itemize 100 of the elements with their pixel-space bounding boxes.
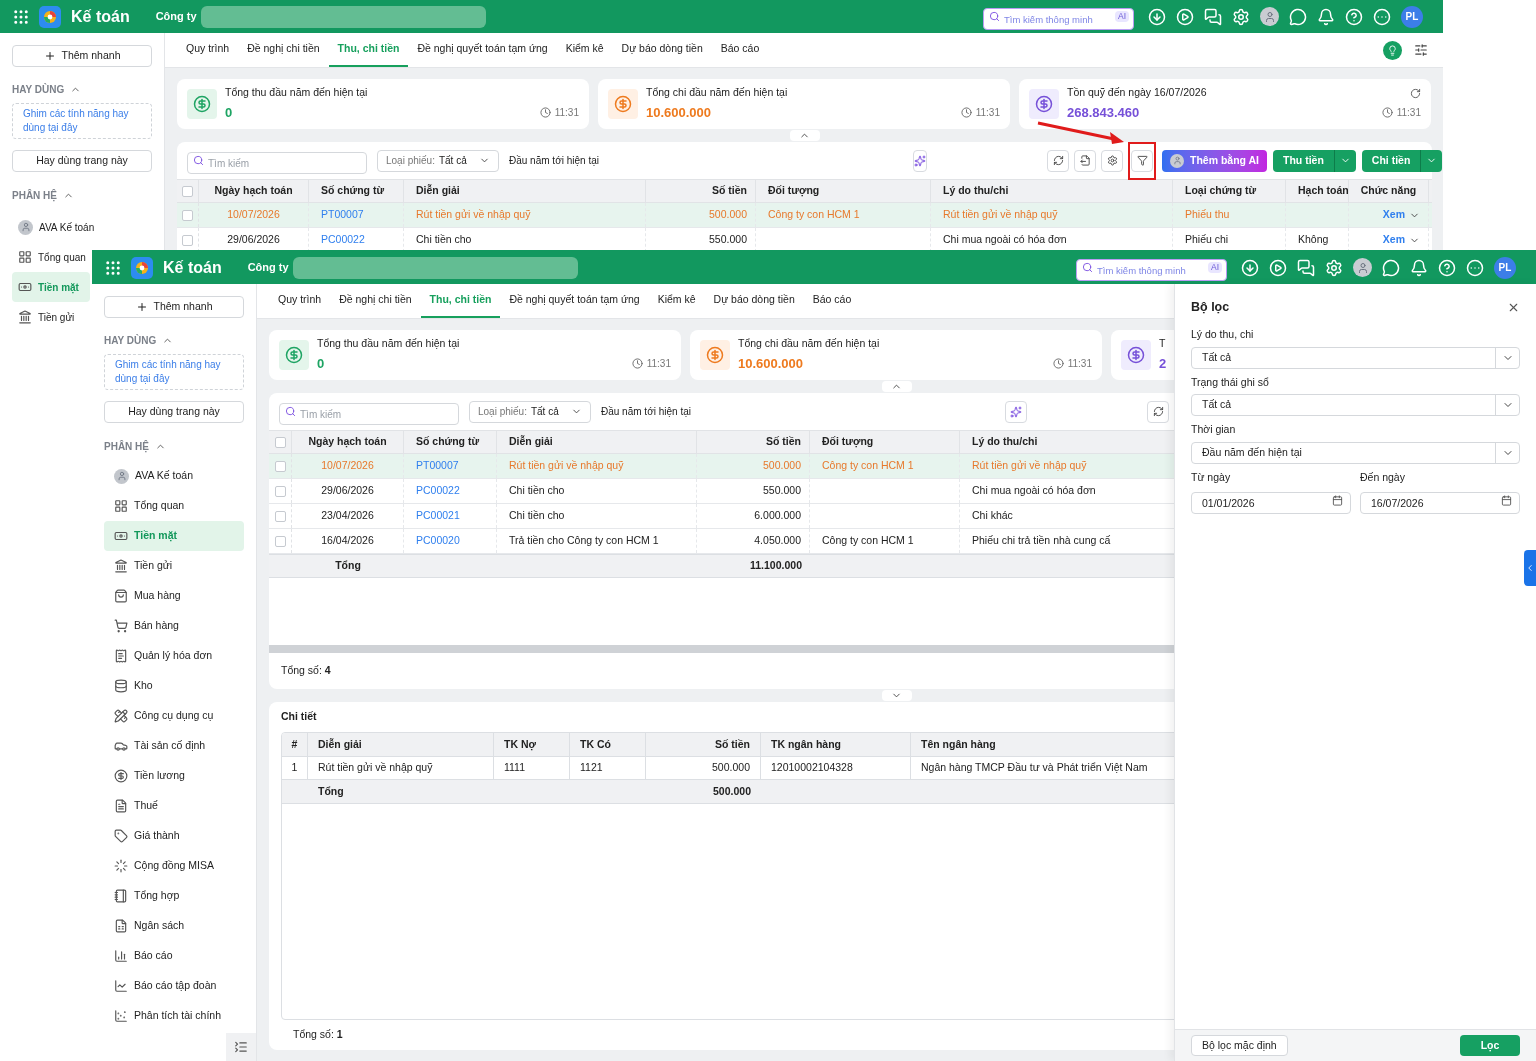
dropdown-button[interactable] <box>1420 149 1443 172</box>
checkbox[interactable] <box>182 234 193 246</box>
quick-add-button[interactable]: Thêm nhanh <box>104 296 244 318</box>
tool-button[interactable] <box>1047 149 1069 172</box>
voucher-link[interactable]: PT00007 <box>416 458 459 474</box>
message-icon[interactable] <box>1382 258 1400 277</box>
refresh-icon[interactable] <box>1410 87 1421 99</box>
module-item[interactable]: Công cụ dụng cụ <box>104 701 244 731</box>
quick-add-button[interactable]: Thêm nhanh <box>12 45 152 67</box>
voucher-link[interactable]: PC00020 <box>416 533 460 549</box>
calendar-icon[interactable] <box>1501 494 1512 506</box>
search-field[interactable]: Tìm kiếm <box>279 403 459 425</box>
module-item[interactable]: Báo cáo <box>104 941 244 971</box>
user-avatar[interactable] <box>1353 258 1372 277</box>
pin-page-button[interactable]: Hay dùng trang này <box>12 150 152 172</box>
checkbox[interactable] <box>274 436 286 448</box>
tool-button[interactable] <box>1131 149 1153 172</box>
tab[interactable]: Đề nghị quyết toán tạm ứng <box>500 284 649 318</box>
tab[interactable]: Dự báo dòng tiền <box>704 284 804 318</box>
user-initials-avatar[interactable]: PL <box>1494 256 1516 279</box>
checkbox[interactable] <box>274 485 286 497</box>
tab[interactable]: Đề nghị chi tiền <box>238 33 329 67</box>
tool-button[interactable] <box>1074 149 1096 172</box>
bell-icon[interactable] <box>1410 258 1428 277</box>
view-link[interactable]: Xem <box>1382 232 1405 248</box>
chat-icon[interactable] <box>1297 258 1315 277</box>
module-item[interactable]: Báo cáo tập đoàn <box>104 971 244 1001</box>
date-field[interactable]: 01/01/2026 <box>1191 491 1351 514</box>
tab[interactable]: Đề nghị chi tiền <box>330 284 421 318</box>
select-field[interactable]: Đầu năm đến hiện tại <box>1191 442 1520 464</box>
play-icon[interactable] <box>1269 258 1287 277</box>
checkbox[interactable] <box>182 209 193 221</box>
message-icon[interactable] <box>1289 7 1307 26</box>
horizontal-scrollbar[interactable] <box>269 645 1174 653</box>
apps-menu-icon[interactable] <box>104 258 122 277</box>
user-initials-avatar[interactable]: PL <box>1401 5 1423 28</box>
voucher-type-select[interactable]: Loại phiếu: Tất cả <box>377 149 499 172</box>
module-item[interactable]: Bán hàng <box>104 611 244 641</box>
table-row[interactable]: 23/04/2026 PC00021 Chi tiền cho 6.000.000 Chi khác <box>269 504 1174 529</box>
module-item[interactable]: Kho <box>104 671 244 701</box>
module-item[interactable]: Tiền gửi <box>12 311 81 323</box>
module-item[interactable]: Tổng quan <box>12 251 92 263</box>
sliders-icon[interactable] <box>1414 43 1428 57</box>
select-field[interactable]: Tất cả <box>1191 394 1520 417</box>
collapse-summary-button[interactable] <box>789 130 820 141</box>
module-item[interactable]: Tiền gửi <box>104 551 244 581</box>
tool-button[interactable] <box>1101 149 1123 172</box>
voucher-link[interactable]: PT00007 <box>321 207 364 223</box>
search-field[interactable]: Tìm kiếm <box>187 152 367 174</box>
table-row[interactable]: 16/04/2026 PC00020 Trả tiền cho Công ty con HCM 1 4.050.000 Công ty con HCM 1 Phiếu chi trả tiền nhà cung cấ <box>269 529 1174 554</box>
module-item[interactable]: Quản lý hóa đơn <box>104 641 244 671</box>
add-with-ai-button[interactable]: Thêm bằng AI <box>1162 149 1268 172</box>
checkbox[interactable] <box>182 185 193 197</box>
chat-icon[interactable] <box>1204 7 1222 26</box>
checkbox[interactable] <box>274 460 286 472</box>
bell-icon[interactable] <box>1317 7 1335 26</box>
apps-menu-icon[interactable] <box>12 7 30 26</box>
voucher-link[interactable]: PC00021 <box>416 508 460 524</box>
module-item[interactable]: AVA Kế toán <box>12 221 101 233</box>
date-field[interactable]: 16/07/2026 <box>1360 491 1520 514</box>
play-icon[interactable] <box>1176 7 1194 26</box>
table-row[interactable]: 29/06/2026 PC00022 Chi tiền cho 550.000 Chi mua ngoài có hóa đơn <box>269 479 1174 504</box>
more-icon[interactable] <box>1373 7 1391 26</box>
download-icon[interactable] <box>1148 7 1166 26</box>
tab[interactable]: Kiểm kê <box>556 33 613 67</box>
checkbox[interactable] <box>274 535 286 547</box>
collapse-sidebar-button[interactable] <box>226 1033 256 1061</box>
tab[interactable]: Đề nghị quyết toán tạm ứng <box>408 33 557 67</box>
more-icon[interactable] <box>1466 258 1484 277</box>
tab[interactable]: Báo cáo <box>803 284 861 318</box>
help-icon[interactable] <box>1345 7 1363 26</box>
dropdown-button[interactable] <box>1333 149 1356 172</box>
tab[interactable]: Báo cáo <box>711 33 769 67</box>
ai-sparkle-button[interactable] <box>913 149 927 172</box>
module-item[interactable]: Thuế <box>104 791 244 821</box>
module-item[interactable]: Ngân sách <box>104 911 244 941</box>
download-icon[interactable] <box>1241 258 1259 277</box>
table-row[interactable]: 10/07/2026 PT00007 Rút tiền gửi về nhập quỹ 500.000 Công ty con HCM 1 Rút tiền gửi về nhập quỹ Phiếu thu Xem <box>177 203 1432 228</box>
voucher-link[interactable]: PC00022 <box>321 232 365 248</box>
user-avatar[interactable] <box>1260 7 1279 26</box>
select-field[interactable]: Tất cả <box>1191 346 1520 369</box>
voucher-link[interactable]: PC00022 <box>416 483 460 499</box>
tool-button[interactable] <box>1147 400 1169 423</box>
voucher-type-select[interactable]: Loại phiếu: Tất cả <box>469 400 591 423</box>
tab[interactable]: Quy trình <box>269 284 331 318</box>
module-item[interactable]: Tổng hợp <box>104 881 244 911</box>
calendar-icon[interactable] <box>1332 494 1343 506</box>
settings-icon[interactable] <box>1232 7 1250 26</box>
module-item[interactable]: Phân tích tài chính <box>104 1001 244 1031</box>
module-item[interactable]: Cộng đồng MISA <box>104 851 244 881</box>
help-icon[interactable] <box>1438 258 1456 277</box>
side-handle[interactable] <box>1524 550 1536 586</box>
table-row[interactable]: 10/07/2026 PT00007 Rút tiền gửi về nhập quỹ 500.000 Công ty con HCM 1 Rút tiền gửi về nhập quỹ <box>269 454 1174 479</box>
module-item[interactable]: AVA Kế toán <box>104 461 244 491</box>
tab[interactable]: Kiểm kê <box>648 284 705 318</box>
pin-page-button[interactable]: Hay dùng trang này <box>104 401 244 423</box>
view-link[interactable]: Xem <box>1382 207 1405 223</box>
collapse-summary-button[interactable] <box>881 381 912 392</box>
ai-sparkle-button[interactable] <box>1005 400 1027 423</box>
module-item[interactable]: Tổng quan <box>104 491 244 521</box>
